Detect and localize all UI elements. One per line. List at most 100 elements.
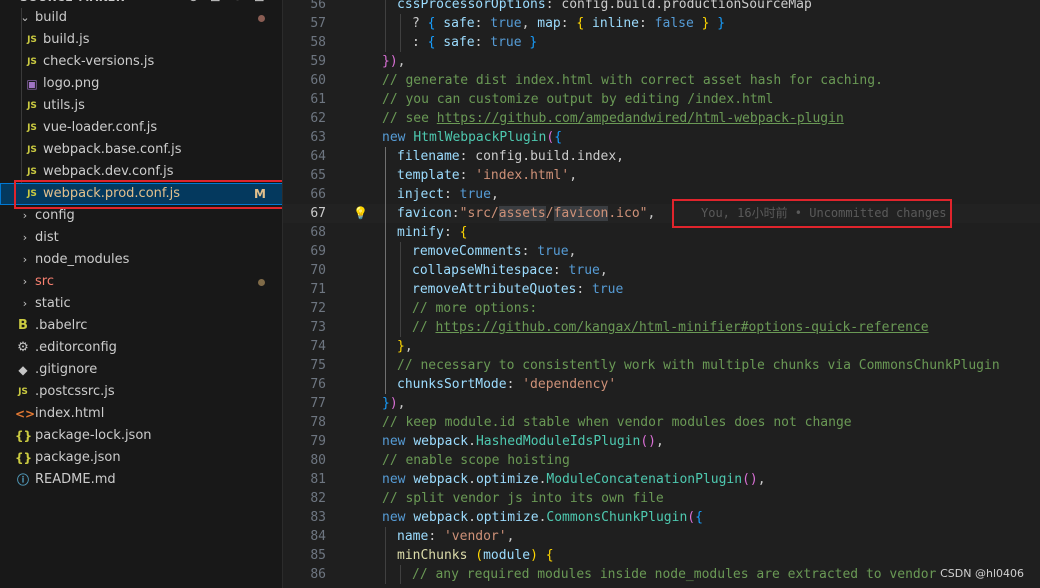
code-token: // see: [382, 111, 437, 126]
code-line[interactable]: 84 name: 'vendor',: [283, 527, 1040, 546]
tree-item-label: package-lock.json: [35, 428, 152, 443]
tree-file[interactable]: JS check-versions.js: [0, 51, 282, 73]
code-text: removeComments: true,: [412, 242, 576, 261]
tree-folder[interactable]: › static: [0, 293, 282, 315]
code-line[interactable]: 70 collapseWhitespace: true,: [283, 261, 1040, 280]
indent-guide: [385, 318, 386, 337]
chevron-right-icon[interactable]: ›: [18, 249, 32, 271]
chevron-right-icon[interactable]: ›: [18, 293, 32, 315]
tree-file[interactable]: JS webpack.dev.conf.js: [0, 161, 282, 183]
code-editor[interactable]: 56 cssProcessorOptions: config.build.prod…: [283, 0, 1040, 588]
tree-folder[interactable]: ⌄ build: [0, 7, 282, 29]
code-line[interactable]: 68 minify: {: [283, 223, 1040, 242]
code-line[interactable]: 58: { safe: true }: [283, 33, 1040, 52]
indent-guide: [400, 299, 401, 318]
code-line[interactable]: 62 // see https://github.com/ampedandwire…: [283, 109, 1040, 128]
code-line[interactable]: 79 new webpack.HashedModuleIdsPlugin(),: [283, 432, 1040, 451]
js-file-icon: JS: [27, 35, 37, 45]
code-token: true: [459, 187, 491, 202]
lightbulb-icon[interactable]: 💡: [353, 204, 368, 223]
tree-folder[interactable]: › node_modules: [0, 249, 282, 271]
line-number: 77: [310, 396, 326, 411]
js-file-icon: JS: [27, 101, 37, 111]
tree-file[interactable]: JS build.js: [0, 29, 282, 51]
code-line[interactable]: 75 // necessary to consistently work with…: [283, 356, 1040, 375]
tree-file[interactable]: JS vue-loader.conf.js: [0, 117, 282, 139]
code-line[interactable]: 67 favicon:"src/assets/favicon.ico", 💡 You,…: [283, 204, 1040, 223]
tree-folder[interactable]: › dist: [0, 227, 282, 249]
code-text: // you can customize output by editing /…: [382, 90, 773, 109]
chevron-right-icon[interactable]: ›: [18, 271, 32, 293]
tree-file[interactable]: ⚙ .editorconfig: [0, 337, 282, 359]
code-token: ): [389, 396, 398, 411]
code-line[interactable]: 66 inject: true,: [283, 185, 1040, 204]
html-file-icon: <>: [15, 407, 36, 421]
line-number: 82: [310, 491, 326, 506]
code-token: removeComments: [412, 244, 522, 259]
tree-file[interactable]: ▣ logo.png: [0, 73, 282, 95]
tree-folder[interactable]: › config: [0, 205, 282, 227]
tree-file[interactable]: ⓘ README.md: [0, 469, 282, 491]
indent-guide: [385, 223, 386, 242]
code-line[interactable]: 76 chunksSortMode: 'dependency': [283, 375, 1040, 394]
code-line[interactable]: 72 // more options:: [283, 299, 1040, 318]
code-line[interactable]: 56 cssProcessorOptions: config.build.prod…: [283, 0, 1040, 14]
code-line[interactable]: 73 // https://github.com/kangax/html-mini…: [283, 318, 1040, 337]
code-line[interactable]: 60 // generate dist index.html with corre…: [283, 71, 1040, 90]
code-token: 'vendor': [443, 529, 507, 544]
line-number: 83: [310, 510, 326, 525]
code-line[interactable]: 65 template: 'index.html',: [283, 166, 1040, 185]
code-line[interactable]: 71 removeAttributeQuotes: true: [283, 280, 1040, 299]
code-token: true: [568, 263, 600, 278]
code-line[interactable]: 80 // enable scope hoisting: [283, 451, 1040, 470]
code-token: // generate dist index.html with correct…: [382, 73, 883, 88]
chevron-down-icon[interactable]: ⌄: [18, 7, 32, 29]
code-line[interactable]: 82 // split vendor js into its own file: [283, 489, 1040, 508]
code-token: }: [693, 16, 710, 31]
js-file-icon: JS: [27, 189, 37, 199]
code-line[interactable]: 77}),: [283, 394, 1040, 413]
code-token: :: [451, 206, 460, 221]
line-number: 86: [310, 567, 326, 582]
code-line[interactable]: 59}),: [283, 52, 1040, 71]
code-line[interactable]: 78 // keep module.id stable when vendor m…: [283, 413, 1040, 432]
code-token: ,: [599, 263, 608, 278]
code-line[interactable]: 63 new HtmlWebpackPlugin({: [283, 128, 1040, 147]
indent-guide: [400, 242, 401, 261]
code-line[interactable]: 69 removeComments: true,: [283, 242, 1040, 261]
tree-file[interactable]: {} package.json: [0, 447, 282, 469]
code-line[interactable]: 83 new webpack.optimize.CommonsChunkPlugi…: [283, 508, 1040, 527]
tree-file[interactable]: JS .postcssrc.js: [0, 381, 282, 403]
code-text: // split vendor js into its own file: [382, 489, 664, 508]
tree-file[interactable]: JS utils.js: [0, 95, 282, 117]
code-line[interactable]: 86 // any required modules inside node_mo…: [283, 565, 1040, 584]
tree-file[interactable]: {} package-lock.json: [0, 425, 282, 447]
tree-file[interactable]: B .babelrc: [0, 315, 282, 337]
code-token: ,: [506, 529, 515, 544]
code-token: /: [545, 206, 554, 221]
tree-file[interactable]: JS webpack.base.conf.js: [0, 139, 282, 161]
tree-file[interactable]: <> index.html: [0, 403, 282, 425]
code-token: inline: [584, 16, 640, 31]
line-number: 66: [310, 187, 326, 202]
code-line[interactable]: 85 minChunks (module) {: [283, 546, 1040, 565]
chevron-right-icon[interactable]: ›: [18, 227, 32, 249]
tree-folder[interactable]: › src: [0, 271, 282, 293]
tree-file[interactable]: JS webpack.prod.conf.js M: [0, 183, 282, 205]
line-number: 62: [310, 111, 326, 126]
line-number: 85: [310, 548, 326, 563]
code-text: new HtmlWebpackPlugin({: [382, 128, 562, 147]
code-token: : config.build.productionSourceMap: [545, 0, 812, 12]
code-token: }: [382, 396, 390, 411]
code-line[interactable]: 64 filename: config.build.index,: [283, 147, 1040, 166]
code-token: // more options:: [412, 301, 538, 316]
code-line[interactable]: 61 // you can customize output by editing…: [283, 90, 1040, 109]
code-token: .: [468, 472, 476, 487]
chevron-right-icon[interactable]: ›: [18, 205, 32, 227]
code-line[interactable]: 74},: [283, 337, 1040, 356]
line-number: 69: [310, 244, 326, 259]
tree-file[interactable]: ◆ .gitignore: [0, 359, 282, 381]
code-line[interactable]: 57 ? { safe: true, map: { inline: false }…: [283, 14, 1040, 33]
tree-item-label: webpack.prod.conf.js: [43, 186, 181, 201]
code-line[interactable]: 81 new webpack.optimize.ModuleConcatenati…: [283, 470, 1040, 489]
